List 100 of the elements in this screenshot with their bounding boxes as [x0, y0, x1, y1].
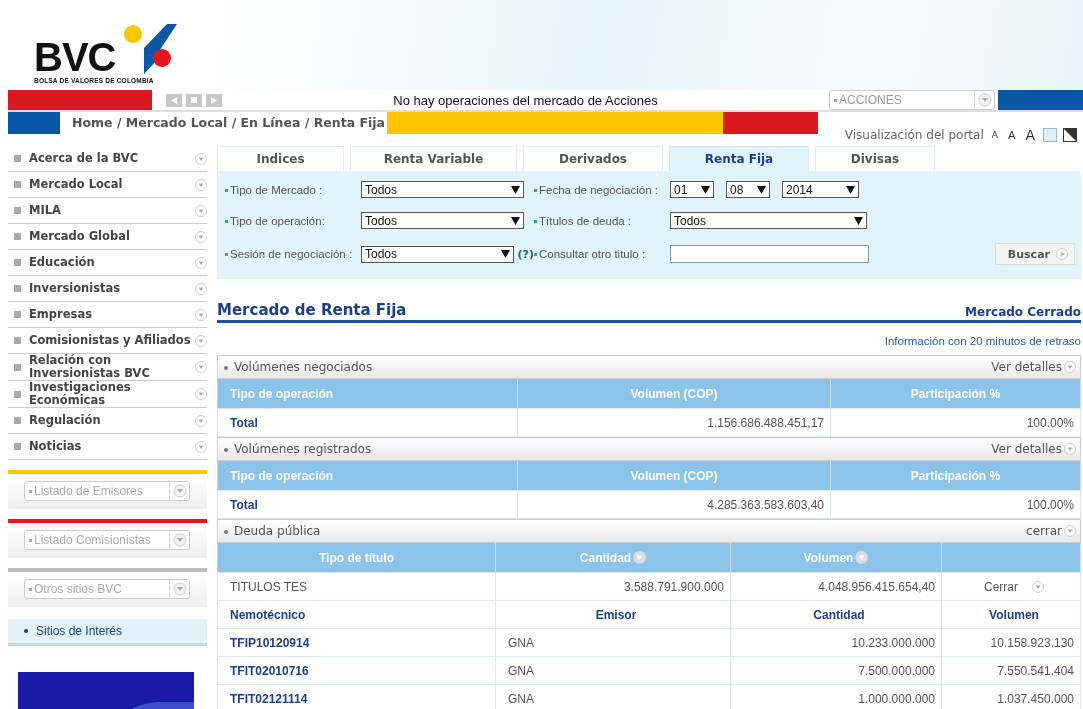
tab[interactable]: Indices: [217, 146, 344, 171]
select-field[interactable]: Todos: [361, 245, 514, 263]
sidebar-item[interactable]: Inversionistas: [29, 282, 195, 295]
select-field[interactable]: 01: [670, 181, 714, 198]
table-cell: 7.500.000.000: [730, 656, 942, 685]
left-arrow-icon: [171, 96, 177, 104]
bullet-icon: [14, 285, 21, 292]
stop-button[interactable]: [186, 93, 202, 107]
sidebar-item[interactable]: Comisionistas y Afiliados: [29, 334, 195, 347]
market-status: Mercado Cerrado: [965, 305, 1081, 319]
bullet-icon: [14, 181, 21, 188]
sidebar-item[interactable]: Educación: [29, 256, 195, 269]
tab[interactable]: Derivados: [523, 146, 663, 171]
column-header: Emisor: [495, 600, 731, 629]
select-field[interactable]: 2014: [782, 181, 859, 198]
bullet-icon: [14, 311, 21, 318]
table-cell: 100.00%: [830, 408, 1081, 437]
select-field[interactable]: 08: [726, 181, 770, 198]
table-cell[interactable]: TFIP10120914: [217, 628, 496, 657]
next-button[interactable]: [206, 93, 222, 107]
sidebar-item[interactable]: Noticias: [29, 440, 195, 453]
previous-button[interactable]: [166, 93, 182, 107]
table-cell[interactable]: TFIT02121114: [217, 684, 496, 709]
dropdown-icon[interactable]: [1064, 525, 1076, 537]
column-header: Volumen: [941, 600, 1081, 629]
dropdown-icon[interactable]: [195, 204, 207, 217]
font-size-button[interactable]: A: [1023, 127, 1037, 143]
dropdown-icon[interactable]: [195, 230, 207, 243]
dropdown-icon[interactable]: [195, 256, 207, 269]
panel-title: Volúmenes negociados: [224, 360, 373, 374]
sidebar-item[interactable]: Acerca de la BVC: [29, 152, 195, 165]
field-label: Consultar otro titulo :: [534, 248, 670, 260]
delay-note: Información con 20 minutos de retraso: [883, 335, 1081, 347]
column-header: Volumen (COP): [517, 461, 831, 491]
help-link[interactable]: (?): [517, 247, 534, 261]
font-size-button[interactable]: A: [1005, 128, 1018, 142]
section-title: Mercado de Renta Fija: [217, 301, 407, 319]
caret-icon: [500, 250, 510, 258]
dropdown-icon[interactable]: [1064, 361, 1076, 373]
table-cell: 4.048.956.415.654,40: [730, 572, 942, 601]
table-cell: TITULOS TES: [217, 572, 496, 601]
field-label: Sesión de negociación :: [225, 248, 361, 260]
sidebar-item[interactable]: MILA: [29, 204, 195, 217]
details-link[interactable]: Ver detalles: [991, 442, 1076, 456]
dropdown-icon[interactable]: [1032, 580, 1044, 593]
tab[interactable]: Divisas: [815, 146, 935, 171]
interest-link[interactable]: Sitios de Interés: [8, 619, 207, 646]
close-link[interactable]: cerrar: [1026, 524, 1076, 538]
sidebar-item[interactable]: Mercado Local: [29, 178, 195, 191]
table-cell: 1.000.000.000: [730, 684, 942, 709]
column-header: Volumen (COP): [517, 379, 831, 409]
contrast-icon[interactable]: [1063, 128, 1077, 142]
bullet-icon: [14, 363, 21, 371]
table-cell: Total: [217, 490, 518, 519]
sidebar-item[interactable]: Mercado Global: [29, 230, 195, 243]
dropdown-icon: [169, 531, 189, 549]
font-size-button[interactable]: A: [989, 130, 1000, 140]
dropdown-icon[interactable]: [195, 282, 207, 295]
dropdown-icon[interactable]: [195, 388, 207, 400]
bullet-icon: [14, 337, 21, 344]
select-field[interactable]: Todos: [361, 181, 524, 198]
dropdown-icon[interactable]: [1064, 443, 1076, 455]
column-header: Participación %: [830, 379, 1081, 409]
dropdown-icon[interactable]: [195, 334, 207, 347]
table-cell: 10.158.923.130: [941, 628, 1081, 657]
sidebar-item[interactable]: Relación con Inversionistas BVC: [29, 354, 195, 380]
sidebar-item[interactable]: Regulación: [29, 414, 195, 427]
dropdown-icon[interactable]: [195, 308, 207, 321]
column-header: Cantidad: [730, 600, 942, 629]
bullet-icon: [14, 233, 21, 240]
table-cell: 100.00%: [830, 490, 1081, 519]
play-icon: [1056, 248, 1068, 260]
dropdown-icon[interactable]: [195, 361, 207, 373]
input-field[interactable]: [670, 245, 869, 263]
dropdown-icon[interactable]: [195, 440, 207, 453]
search-button[interactable]: Buscar: [994, 243, 1075, 265]
tab[interactable]: Renta Fija: [669, 146, 809, 171]
dropdown-icon[interactable]: [195, 152, 207, 165]
dropdown-icon[interactable]: [195, 178, 207, 191]
sidebar-item[interactable]: Empresas: [29, 308, 195, 321]
tab[interactable]: Renta Variable: [350, 146, 517, 171]
field-label: Fecha de negociación :: [534, 183, 670, 196]
table-cell: 7.550.541.404: [941, 656, 1081, 685]
column-header: Tipo de operación: [217, 379, 518, 409]
bullet-icon: [14, 155, 21, 162]
sidebar-item[interactable]: Investigaciones Económicas: [29, 381, 195, 407]
table-cell: 10.233.000.000: [730, 628, 942, 657]
table-cell: 4.285.363.583.603,40: [517, 490, 831, 519]
table-cell[interactable]: TFIT02010716: [217, 656, 496, 685]
select-field[interactable]: Todos: [670, 212, 867, 229]
details-link[interactable]: Ver detalles: [991, 360, 1076, 374]
light-theme-icon[interactable]: [1043, 128, 1057, 142]
collapse-link[interactable]: Cerrar: [984, 579, 1018, 594]
select-field[interactable]: Todos: [361, 212, 524, 229]
column-header: Tipo de operación: [217, 461, 518, 491]
breadcrumb: Home / Mercado Local / En Línea / Renta Fija: [71, 114, 386, 132]
table-cell: 3.588.791.900.000: [495, 572, 731, 601]
dropdown-icon[interactable]: [195, 414, 207, 427]
dropdown-icon: [169, 580, 189, 598]
caret-icon: [511, 216, 520, 225]
